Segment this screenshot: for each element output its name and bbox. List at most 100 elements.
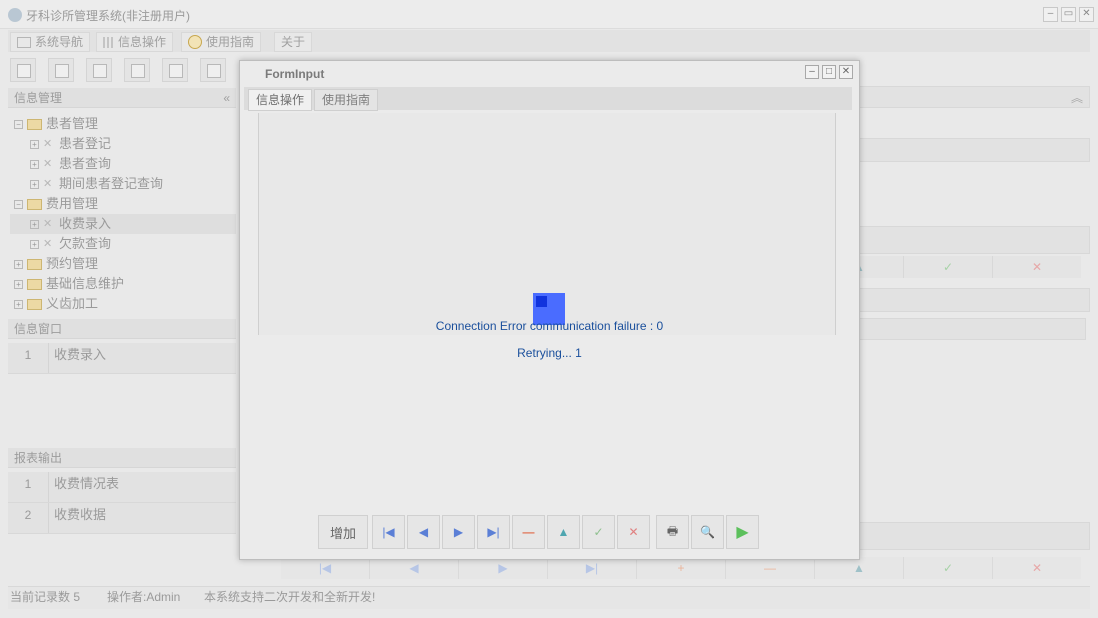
dialog-toolbar: 增加 |◀ ◀ ▶ ▶| — ▲ ✓ ✕ 🖶 🔍 ▶ — [318, 515, 759, 549]
menu-info-ops[interactable]: 信息操作 — [96, 32, 174, 52]
tools-icon: ✕ — [43, 137, 53, 150]
next-record-button[interactable]: ▶ — [442, 515, 475, 549]
row-label: 收费情况表 — [54, 476, 120, 491]
maximize-button[interactable]: ▭ — [1061, 7, 1076, 22]
tools-icon: ✕ — [43, 157, 53, 170]
tab-user-guide[interactable]: 使用指南 — [314, 89, 379, 111]
menu-label: 信息操作 — [118, 35, 167, 49]
background-bar — [858, 288, 1090, 312]
tree-node-arrears-query[interactable]: + ✕ 欠款查询 — [10, 234, 236, 254]
print-preview-icon[interactable]: 🔍 — [691, 515, 724, 549]
folder-icon — [27, 298, 42, 310]
background-add-button: + — [637, 557, 726, 579]
list-item[interactable]: 1 收费情况表 — [8, 472, 236, 503]
tree-node-fee-mgmt[interactable]: − 费用管理 — [10, 194, 236, 214]
title-bar: 牙科诊所管理系统(非注册用户) – ▭ ✕ — [0, 0, 1098, 29]
minimize-button[interactable]: – — [1043, 7, 1058, 22]
background-confirm-button: ✓ — [904, 557, 993, 579]
background-next-button: ▶ — [459, 557, 548, 579]
close-button[interactable]: ✕ — [1079, 7, 1094, 22]
edit-button[interactable]: ▲ — [547, 515, 580, 549]
panel-title: 信息窗口 — [14, 322, 63, 336]
menu-label: 使用指南 — [206, 35, 255, 49]
tree-label: 患者登记 — [59, 136, 112, 151]
expand-toggle-icon[interactable]: + — [14, 259, 23, 269]
prev-record-button[interactable]: ◀ — [407, 515, 440, 549]
folder-icon — [27, 258, 42, 270]
tree-label: 期间患者登记查询 — [59, 176, 164, 191]
tab-info-ops[interactable]: 信息操作 — [248, 89, 313, 111]
users-icon[interactable] — [124, 58, 150, 82]
collapse-toggle-icon[interactable]: − — [14, 119, 23, 129]
delete-button[interactable]: — — [512, 515, 545, 549]
background-cancel-button: ✕ — [993, 256, 1081, 278]
tree-label: 患者管理 — [46, 116, 99, 131]
list-item[interactable]: 2 收费收据 — [8, 503, 236, 534]
menu-system-nav[interactable]: 系统导航 — [10, 32, 91, 52]
app-logo-icon — [8, 8, 22, 22]
expand-toggle-icon[interactable]: + — [14, 299, 23, 309]
row-label: 收费录入 — [54, 347, 107, 362]
tree-label: 义齿加工 — [46, 296, 99, 311]
first-record-button[interactable]: |◀ — [372, 515, 405, 549]
app-title: 牙科诊所管理系统(非注册用户) — [26, 9, 190, 23]
folder-icon — [27, 278, 42, 290]
list-item[interactable]: 1 收费录入 — [8, 343, 236, 374]
monitor-search-icon[interactable] — [162, 58, 188, 82]
confirm-button[interactable]: ✓ — [582, 515, 615, 549]
tree-node-patient-register[interactable]: + ✕ 患者登记 — [10, 134, 236, 154]
record-count: 当前记录数 5 — [10, 590, 81, 604]
background-delete-button: — — [726, 557, 815, 579]
expand-toggle-icon[interactable]: + — [30, 219, 39, 229]
expand-toggle-icon[interactable]: + — [30, 159, 39, 169]
tree-label: 基础信息维护 — [46, 276, 125, 291]
background-cancel-button: ✕ — [993, 557, 1081, 579]
expand-toggle-icon[interactable]: + — [14, 279, 23, 289]
menu-about[interactable]: 关于 — [274, 32, 313, 52]
menu-user-guide[interactable]: 使用指南 — [181, 32, 262, 52]
last-record-button[interactable]: ▶| — [477, 515, 510, 549]
tree-label: 欠款查询 — [59, 236, 112, 251]
panel-title: 信息管理 — [14, 91, 63, 105]
dialog-minimize-button[interactable]: – — [805, 65, 819, 79]
background-bar — [858, 226, 1090, 254]
expand-toggle-icon[interactable]: + — [30, 139, 39, 149]
tree-label: 费用管理 — [46, 196, 99, 211]
dialog-maximize-button[interactable]: □ — [822, 65, 836, 79]
collapse-up-icon[interactable]: ︽ — [1071, 89, 1083, 106]
cancel-button[interactable]: ✕ — [617, 515, 650, 549]
right-panel-header: ︽ — [858, 86, 1090, 108]
tree-label: 患者查询 — [59, 156, 112, 171]
expand-toggle-icon[interactable]: + — [30, 179, 39, 189]
tree-node-appointment-mgmt[interactable]: + 预约管理 — [10, 254, 236, 274]
tree-label: 预约管理 — [46, 256, 99, 271]
background-first-button: |◀ — [281, 557, 370, 579]
status-message: 本系统支持二次开发和全新开发! — [204, 590, 376, 604]
search-record-icon[interactable] — [10, 58, 36, 82]
tree-node-patient-query[interactable]: + ✕ 患者查询 — [10, 154, 236, 174]
add-button[interactable]: 增加 — [318, 515, 368, 549]
background-prev-button: ◀ — [370, 557, 459, 579]
collapse-icon[interactable]: « — [223, 88, 230, 108]
form-input-dialog: FormInput – □ ✕ 信息操作 使用指南 Connection Err… — [239, 60, 860, 560]
tree-node-period-patient-query[interactable]: + ✕ 期间患者登记查询 — [10, 174, 236, 194]
print-icon[interactable]: 🖶 — [656, 515, 689, 549]
list-icon[interactable] — [48, 58, 74, 82]
connection-error-message: Connection Error communication failure :… — [435, 319, 664, 333]
dialog-tab-bar: 信息操作 使用指南 — [244, 87, 852, 111]
tree-node-basic-info[interactable]: + 基础信息维护 — [10, 274, 236, 294]
tools-icon: ✕ — [43, 217, 53, 230]
tree-node-fee-entry[interactable]: + ✕ 收费录入 — [10, 214, 236, 234]
run-button[interactable]: ▶ — [726, 515, 759, 549]
background-confirm-button: ✓ — [904, 256, 993, 278]
background-bar — [858, 522, 1090, 550]
document-icon[interactable] — [86, 58, 112, 82]
collapse-toggle-icon[interactable]: − — [14, 199, 23, 209]
export-icon[interactable] — [200, 58, 226, 82]
tools-icon: ✕ — [43, 177, 53, 190]
panel-title: 报表输出 — [14, 451, 63, 465]
tree-node-patient-mgmt[interactable]: − 患者管理 — [10, 114, 236, 134]
tree-node-denture-processing[interactable]: + 义齿加工 — [10, 294, 236, 314]
dialog-close-button[interactable]: ✕ — [839, 65, 853, 79]
expand-toggle-icon[interactable]: + — [30, 239, 39, 249]
